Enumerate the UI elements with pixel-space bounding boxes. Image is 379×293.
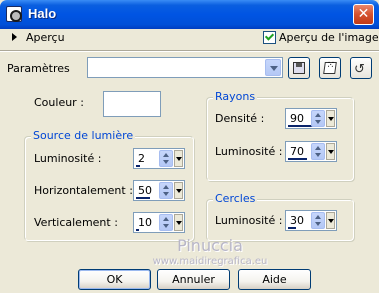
cancel-button[interactable]: Annuler <box>157 269 230 290</box>
circles-brightness-label: Luminosité : <box>215 214 283 227</box>
density-spinner[interactable]: 90 <box>285 108 337 129</box>
density-label: Densité : <box>215 112 265 125</box>
density-bar <box>288 125 313 127</box>
spin-arrows-icon[interactable] <box>311 143 325 160</box>
rays-brightness-bar <box>288 158 307 160</box>
save-preset-button[interactable] <box>288 57 310 79</box>
source-brightness-bar <box>136 165 140 167</box>
color-label: Couleur : <box>34 96 84 109</box>
source-brightness-label: Luminosité : <box>34 152 102 165</box>
dropdown-arrow-icon[interactable] <box>326 143 335 160</box>
watermark-name: Pinuccia <box>177 236 243 255</box>
image-preview-label[interactable]: Aperçu de l'image <box>279 31 379 44</box>
floppy-disk-icon <box>293 62 305 74</box>
source-brightness-value[interactable]: 2 <box>138 152 145 165</box>
spin-arrows-icon[interactable] <box>311 212 325 229</box>
dropdown-arrow-icon[interactable] <box>174 150 183 167</box>
source-brightness-spinner[interactable]: 2 <box>133 148 185 169</box>
circles-title: Cercles <box>213 192 258 205</box>
vertical-bar <box>136 229 139 231</box>
dropdown-arrow-icon[interactable] <box>326 110 335 127</box>
rays-brightness-value[interactable]: 70 <box>290 145 304 158</box>
halo-app-icon <box>6 6 22 22</box>
rays-brightness-spinner[interactable]: 70 <box>285 141 337 162</box>
presets-dropdown[interactable] <box>87 57 283 78</box>
watermark-site: www.maidiregrafica.eu <box>152 256 268 267</box>
close-icon: ✕ <box>357 6 370 22</box>
preview-row: Aperçu Aperçu de l'image <box>0 29 379 48</box>
color-swatch[interactable] <box>103 91 161 117</box>
light-source-title: Source de lumière <box>31 129 136 142</box>
rays-brightness-label: Luminosité : <box>215 145 283 158</box>
reset-button[interactable]: ↺ <box>350 57 372 79</box>
horizontal-value[interactable]: 50 <box>138 184 152 197</box>
circles-brightness-spinner[interactable]: 30 <box>285 210 337 231</box>
title-bar: Halo ✕ <box>0 0 379 29</box>
dropdown-arrow-icon[interactable] <box>174 214 183 231</box>
expand-triangle-icon[interactable] <box>12 33 17 41</box>
vertical-label: Verticalement : <box>34 216 118 229</box>
circles-brightness-value[interactable]: 30 <box>290 214 304 227</box>
vertical-value[interactable]: 10 <box>138 216 152 229</box>
ok-button[interactable]: OK <box>78 269 151 290</box>
spin-arrows-icon[interactable] <box>159 150 173 167</box>
window-title: Halo <box>28 6 57 21</box>
randomize-button[interactable] <box>319 57 341 79</box>
circles-brightness-bar <box>288 227 296 229</box>
spin-arrows-icon[interactable] <box>311 110 325 127</box>
horizontal-label: Horizontalement : <box>34 184 133 197</box>
separator <box>0 50 379 52</box>
dice-icon <box>323 62 337 74</box>
chevron-down-icon[interactable] <box>265 59 281 76</box>
close-button[interactable]: ✕ <box>353 4 374 25</box>
spin-arrows-icon[interactable] <box>159 182 173 199</box>
horizontal-spinner[interactable]: 50 <box>133 180 185 201</box>
horizontal-bar <box>136 197 150 199</box>
help-button[interactable]: Aide <box>238 269 311 290</box>
preview-toggle-label[interactable]: Aperçu <box>26 31 65 44</box>
dropdown-arrow-icon[interactable] <box>326 212 335 229</box>
checkmark-icon <box>264 31 275 41</box>
reset-icon: ↺ <box>354 62 365 77</box>
spin-arrows-icon[interactable] <box>159 214 173 231</box>
image-preview-checkbox[interactable] <box>263 31 276 44</box>
dropdown-arrow-icon[interactable] <box>174 182 183 199</box>
presets-label: Paramètres <box>7 62 70 75</box>
vertical-spinner[interactable]: 10 <box>133 212 185 233</box>
density-value[interactable]: 90 <box>290 112 304 125</box>
rays-title: Rayons <box>213 90 258 103</box>
